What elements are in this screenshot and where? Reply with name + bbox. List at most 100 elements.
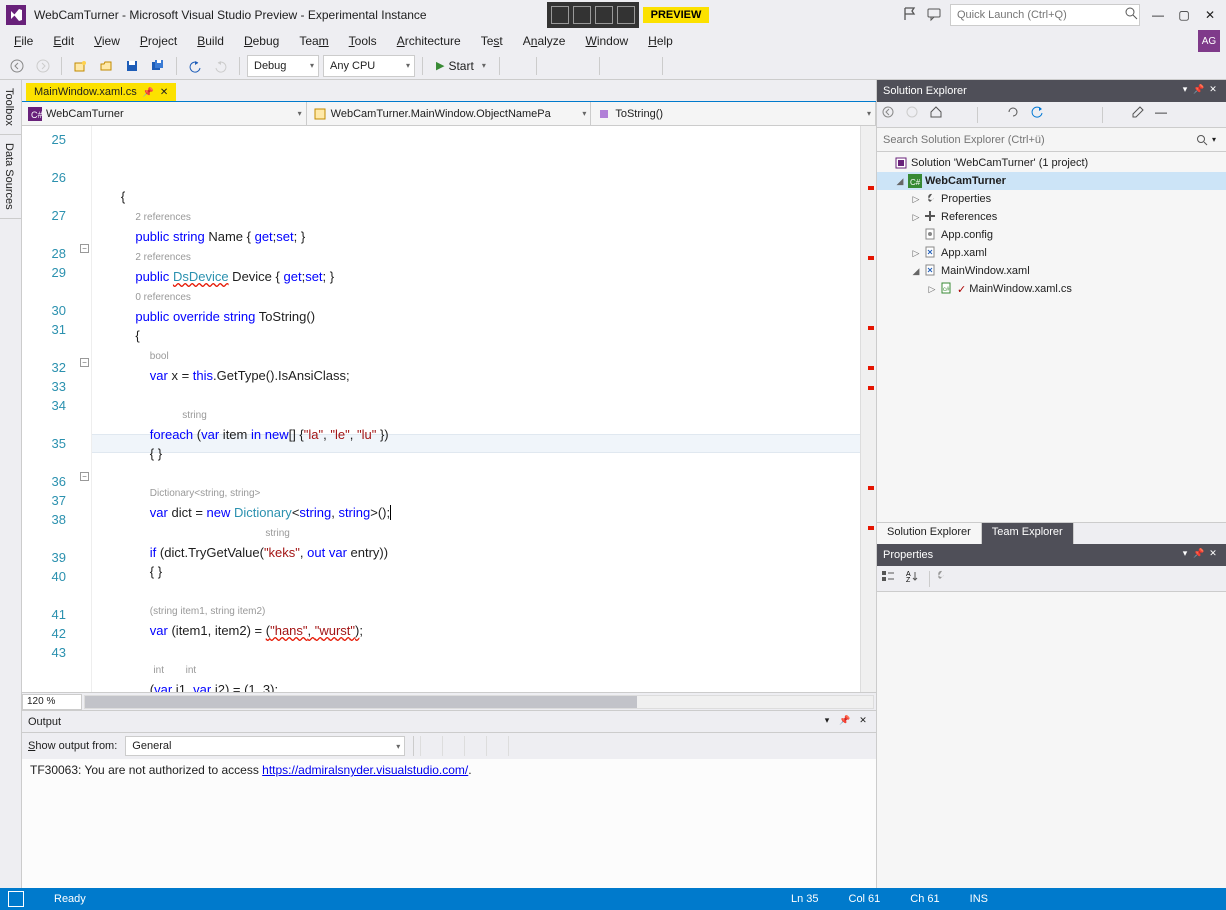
output-tb-icon[interactable]: [442, 736, 462, 756]
open-file-button[interactable]: [95, 55, 117, 77]
search-icon[interactable]: [1192, 128, 1212, 151]
quick-launch-input[interactable]: [950, 4, 1140, 26]
close-icon[interactable]: ✕: [160, 87, 168, 98]
se-tb-icon[interactable]: [953, 105, 973, 125]
nav-class-dropdown[interactable]: WebCamTurner.MainWindow.ObjectNamePa: [307, 102, 592, 125]
menu-build[interactable]: Build: [189, 32, 232, 50]
horizontal-scrollbar[interactable]: [84, 695, 874, 709]
menu-edit[interactable]: Edit: [45, 32, 82, 50]
tab-team-explorer[interactable]: Team Explorer: [982, 523, 1074, 544]
panel-dropdown-icon[interactable]: ▾: [1178, 548, 1192, 562]
se-tb-icon[interactable]: [982, 105, 1002, 125]
menu-analyze[interactable]: Analyze: [515, 32, 574, 50]
output-link[interactable]: https://admiralsnyder.visualstudio.com/: [262, 763, 468, 777]
tree-item[interactable]: ▷Properties: [877, 190, 1226, 208]
save-all-button[interactable]: [147, 55, 169, 77]
code-editor[interactable]: 25 26 27 28 29 30 31 32 33 34 35 36 37 3…: [22, 126, 876, 692]
se-tb-icon[interactable]: [1078, 105, 1098, 125]
output-tb-icon[interactable]: [508, 736, 528, 756]
user-avatar[interactable]: AG: [1198, 30, 1220, 52]
menu-test[interactable]: Test: [473, 32, 511, 50]
vertical-scrollbar[interactable]: [860, 126, 876, 692]
tree-item[interactable]: ◢MainWindow.xaml: [877, 262, 1226, 280]
panel-close-icon[interactable]: ✕: [856, 715, 870, 729]
panel-dropdown-icon[interactable]: ▾: [1178, 84, 1192, 98]
panel-close-icon[interactable]: ✕: [1206, 548, 1220, 562]
panel-close-icon[interactable]: ✕: [1206, 84, 1220, 98]
menu-project[interactable]: Project: [132, 32, 185, 50]
chevron-down-icon[interactable]: ▾: [1212, 128, 1226, 151]
tb-icon[interactable]: [670, 55, 692, 77]
notifications-flag-icon[interactable]: [902, 6, 920, 24]
nav-back-button[interactable]: [6, 55, 28, 77]
solution-config-dropdown[interactable]: Debug: [247, 55, 319, 77]
nav-namespace-dropdown[interactable]: C# WebCamTurner: [22, 102, 307, 125]
step-icon[interactable]: [507, 55, 529, 77]
panel-pin-icon[interactable]: 📌: [838, 715, 852, 729]
live-visual-tree-toolbar[interactable]: [547, 2, 639, 28]
output-source-dropdown[interactable]: General: [125, 736, 405, 756]
tree-solution-node[interactable]: Solution 'WebCamTurner' (1 project): [877, 154, 1226, 172]
wrench-icon[interactable]: [934, 569, 954, 589]
menu-window[interactable]: Window: [577, 32, 636, 50]
new-project-button[interactable]: [69, 55, 91, 77]
maximize-button[interactable]: ▢: [1174, 5, 1194, 25]
output-tb-icon[interactable]: [420, 736, 440, 756]
props-alpha-icon[interactable]: AZ: [905, 569, 925, 589]
solution-explorer-search-input[interactable]: [877, 128, 1192, 151]
tree-item[interactable]: ▷c#✓MainWindow.xaml.cs: [877, 280, 1226, 298]
tree-item[interactable]: ▷App.xaml: [877, 244, 1226, 262]
tb-icon[interactable]: [748, 55, 770, 77]
tb-icon[interactable]: [722, 55, 744, 77]
output-tb-icon[interactable]: [464, 736, 484, 756]
se-tb-icon[interactable]: [1054, 105, 1074, 125]
se-tb-icon[interactable]: —: [1155, 105, 1175, 125]
panel-pin-icon[interactable]: 📌: [1192, 84, 1206, 98]
menu-file[interactable]: File: [6, 32, 41, 50]
tb-icon[interactable]: [544, 55, 566, 77]
se-refresh-icon[interactable]: [1030, 105, 1050, 125]
menu-view[interactable]: View: [86, 32, 128, 50]
se-tb-icon[interactable]: [1107, 105, 1127, 125]
lvt-icon[interactable]: [551, 6, 569, 24]
solution-platform-dropdown[interactable]: Any CPU: [323, 55, 415, 77]
status-icon[interactable]: [8, 891, 24, 907]
toolbox-tab[interactable]: Toolbox: [0, 80, 21, 135]
undo-button[interactable]: [184, 55, 206, 77]
se-sync-icon[interactable]: [1006, 105, 1026, 125]
nav-member-dropdown[interactable]: ToString(): [591, 102, 876, 125]
code-text[interactable]: { 2 references public string Name { get;…: [92, 126, 860, 692]
tb-icon[interactable]: [696, 55, 718, 77]
tab-solution-explorer[interactable]: Solution Explorer: [877, 523, 982, 544]
properties-grid[interactable]: [877, 592, 1226, 910]
minimize-button[interactable]: —: [1148, 5, 1168, 25]
close-button[interactable]: ✕: [1200, 5, 1220, 25]
tree-item[interactable]: ▷References: [877, 208, 1226, 226]
tree-project-node[interactable]: ◢ C# WebCamTurner: [877, 172, 1226, 190]
document-tab[interactable]: MainWindow.xaml.cs 📌 ✕: [26, 83, 176, 101]
save-button[interactable]: [121, 55, 143, 77]
menu-help[interactable]: Help: [640, 32, 681, 50]
lvt-icon[interactable]: [617, 6, 635, 24]
tree-item[interactable]: App.config: [877, 226, 1226, 244]
se-home-icon[interactable]: [929, 105, 949, 125]
search-icon[interactable]: [1124, 6, 1142, 24]
data-sources-tab[interactable]: Data Sources: [0, 135, 21, 219]
lvt-icon[interactable]: [595, 6, 613, 24]
menu-tools[interactable]: Tools: [341, 32, 385, 50]
nav-fwd-button[interactable]: [32, 55, 54, 77]
outlining-margin[interactable]: − − −: [78, 126, 92, 692]
se-fwd-icon[interactable]: [905, 105, 925, 125]
feedback-icon[interactable]: [926, 6, 944, 24]
pin-icon[interactable]: 📌: [143, 87, 154, 98]
solution-explorer-tree[interactable]: Solution 'WebCamTurner' (1 project) ◢ C#…: [877, 152, 1226, 522]
menu-architecture[interactable]: Architecture: [389, 32, 469, 50]
output-tb-icon[interactable]: [486, 736, 506, 756]
menu-debug[interactable]: Debug: [236, 32, 287, 50]
start-debug-button[interactable]: ▶Start▾: [430, 55, 492, 77]
tb-icon[interactable]: [607, 55, 629, 77]
lvt-icon[interactable]: [573, 6, 591, 24]
se-back-icon[interactable]: [881, 105, 901, 125]
props-categorized-icon[interactable]: [881, 569, 901, 589]
zoom-dropdown[interactable]: 120 %: [22, 694, 82, 710]
